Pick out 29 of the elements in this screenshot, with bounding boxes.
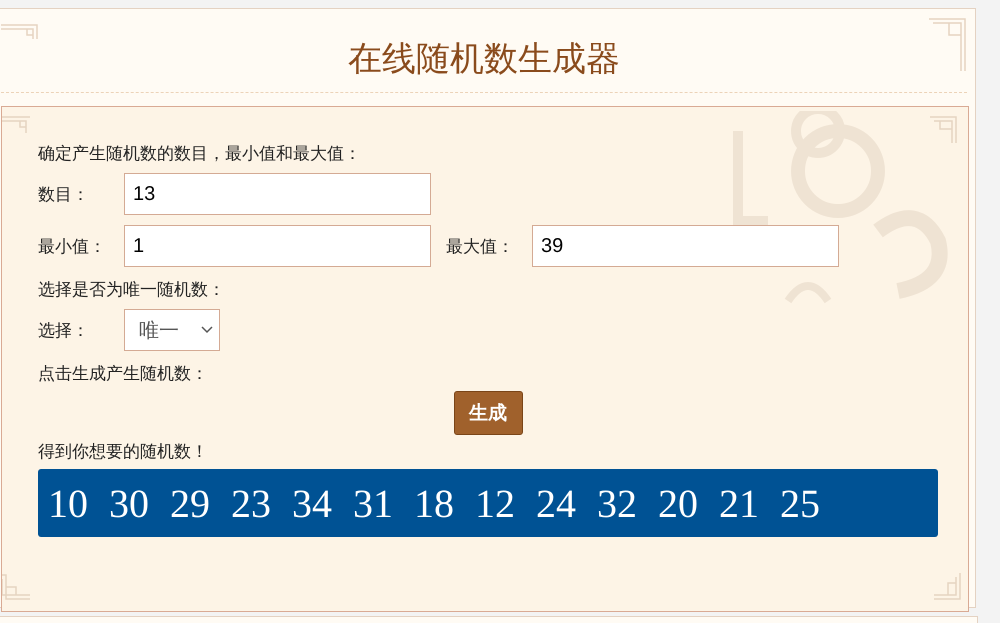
- result-label: 得到你想要的随机数！: [38, 441, 209, 464]
- field-label: 最大值：: [446, 236, 515, 258]
- random-number: 31: [353, 480, 393, 526]
- random-number: 32: [597, 480, 637, 526]
- random-number: 18: [414, 480, 454, 526]
- max-input[interactable]: 39: [532, 225, 839, 267]
- unique-dropdown[interactable]: 唯一: [124, 309, 220, 351]
- random-number: 29: [170, 480, 210, 526]
- instruction-text: 选择是否为唯一随机数：: [38, 279, 226, 302]
- field-label: 数目：: [38, 184, 90, 206]
- generate-button[interactable]: 生成: [454, 391, 522, 435]
- min-input[interactable]: 1: [124, 225, 431, 267]
- page-title: 在线随机数生成器: [1, 36, 967, 93]
- field-label: 最小值：: [38, 236, 107, 258]
- random-number: 23: [231, 480, 271, 526]
- random-number: 10: [48, 480, 88, 526]
- instruction-text: 点击生成产生随机数：: [38, 363, 209, 386]
- random-number: 25: [780, 480, 820, 526]
- random-number: 24: [536, 480, 576, 526]
- field-label: 选择：: [38, 320, 90, 342]
- random-number: 30: [109, 480, 149, 526]
- count-input[interactable]: 13: [124, 173, 431, 215]
- random-number: 12: [475, 480, 515, 526]
- random-number: 21: [719, 480, 759, 526]
- instruction-text: 确定产生随机数的数目，最小值和最大值：: [38, 143, 362, 166]
- random-number: 20: [658, 480, 698, 526]
- corner-ornament-icon: [932, 571, 964, 603]
- chevron-icon: [201, 326, 213, 334]
- random-number: 34: [292, 480, 332, 526]
